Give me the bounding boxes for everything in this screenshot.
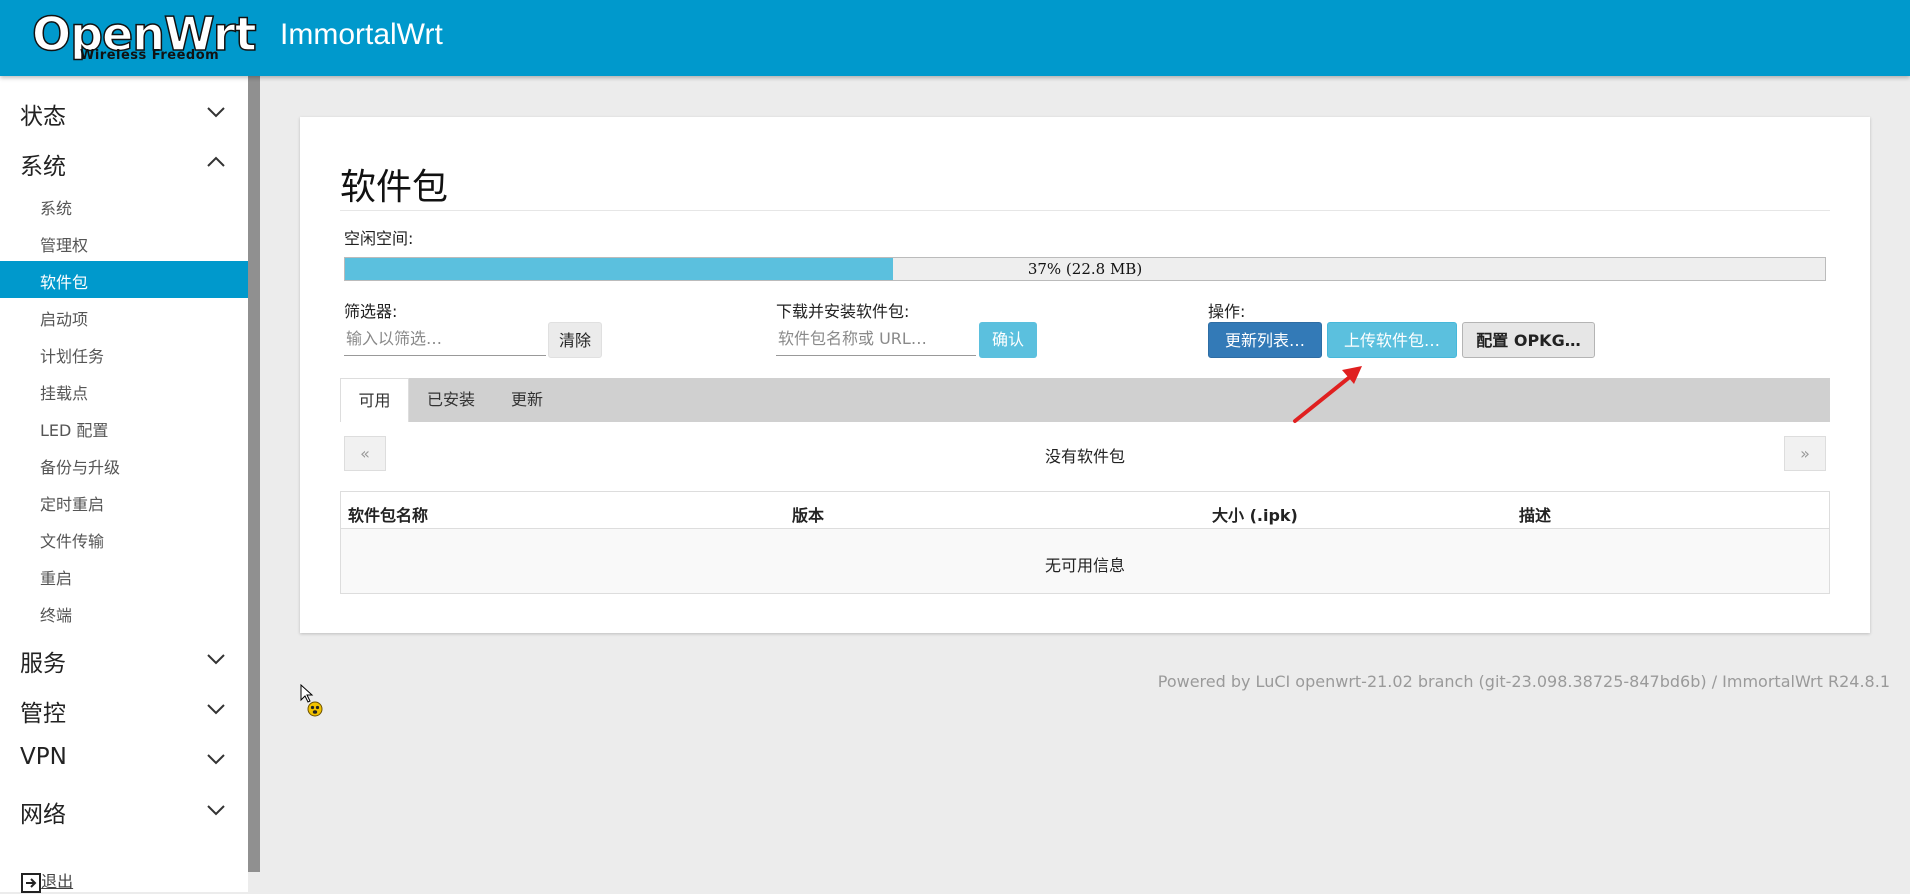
free-space-label: 空闲空间:	[344, 229, 414, 248]
sidebar-item-label: 计划任务	[40, 347, 105, 366]
pager-prev-button[interactable]: «	[344, 436, 386, 471]
logout-label: 退出	[41, 872, 74, 891]
free-space-progress: 37% (22.8 MB)	[344, 257, 1826, 281]
column-header-size[interactable]: 大小 (.ipk)	[1212, 502, 1298, 526]
menu-services-label: 服务	[20, 651, 66, 677]
footer-text[interactable]: Powered by LuCI openwrt-21.02 branch (gi…	[1158, 672, 1890, 691]
sidebar-item-label: 文件传输	[40, 532, 105, 551]
package-url-input[interactable]	[776, 322, 976, 356]
filter-label: 筛选器:	[344, 302, 398, 321]
sidebar-item-label: 定时重启	[40, 495, 105, 514]
chevron-down-icon	[207, 107, 225, 118]
sidebar-item-system[interactable]: 系统	[0, 187, 248, 224]
hostname-link[interactable]: ImmortalWrt	[280, 18, 443, 52]
chevron-up-icon	[207, 156, 225, 167]
upload-package-button[interactable]: 上传软件包…	[1327, 322, 1457, 358]
menu-network-label: 网络	[20, 802, 66, 828]
sidebar-item-mounts[interactable]: 挂载点	[0, 372, 248, 409]
table-empty-message: 无可用信息	[1045, 556, 1126, 575]
sidebar-item-led[interactable]: LED 配置	[0, 409, 248, 446]
sidebar-item-scheduled-reboot[interactable]: 定时重启	[0, 483, 248, 520]
tab-bar	[340, 378, 1830, 422]
chevron-down-icon	[207, 754, 225, 765]
tab-available[interactable]: 可用	[340, 378, 409, 422]
openwrt-logo[interactable]: OpenWrt Wireless Freedom	[31, 6, 257, 66]
menu-vpn[interactable]: VPN	[0, 734, 248, 782]
title-divider	[340, 210, 1830, 211]
sidebar-item-label: LED 配置	[40, 421, 109, 440]
menu-system-label: 系统	[20, 154, 66, 180]
annotation-arrow-icon	[1293, 366, 1362, 423]
sidebar-item-label: 启动项	[40, 310, 89, 329]
menu-control-label: 管控	[20, 701, 66, 727]
download-label: 下载并安装软件包:	[776, 302, 910, 321]
sidebar-item-file-transfer[interactable]: 文件传输	[0, 520, 248, 557]
sidebar-item-reboot[interactable]: 重启	[0, 557, 248, 594]
column-header-description[interactable]: 描述	[1519, 502, 1551, 526]
pager-status: 没有软件包	[1045, 447, 1126, 466]
sidebar-scrollbar[interactable]	[248, 76, 260, 872]
page-title: 软件包	[340, 167, 449, 208]
column-header-name[interactable]: 软件包名称	[348, 502, 428, 526]
menu-status-label: 状态	[20, 104, 66, 130]
configure-opkg-button[interactable]: 配置 OPKG…	[1462, 322, 1595, 358]
update-list-button[interactable]: 更新列表…	[1208, 322, 1322, 358]
sidebar: 状态 系统 系统 管理权 软件包 启动项 计划任务 挂载点 LED 配置 备份与…	[0, 76, 248, 892]
menu-network[interactable]: 网络	[0, 785, 248, 833]
sidebar-item-software[interactable]: 软件包	[0, 261, 248, 298]
confirm-button[interactable]: 确认	[979, 322, 1037, 358]
logo-tagline: Wireless Freedom	[80, 48, 220, 63]
progress-text: 37% (22.8 MB)	[1027, 260, 1143, 278]
chevron-down-icon	[207, 654, 225, 665]
menu-vpn-label: VPN	[20, 744, 67, 770]
sidebar-item-label: 管理权	[40, 236, 89, 255]
pager-next-button[interactable]: »	[1784, 436, 1826, 471]
chevron-down-icon	[207, 704, 225, 715]
column-header-version[interactable]: 版本	[792, 502, 824, 526]
chevron-down-icon	[207, 805, 225, 816]
logout-icon	[21, 872, 41, 893]
menu-status[interactable]: 状态	[0, 87, 248, 135]
sidebar-item-label: 挂载点	[40, 384, 89, 403]
sidebar-item-terminal[interactable]: 终端	[0, 594, 248, 631]
sidebar-item-label: 系统	[40, 199, 73, 218]
mouse-cursor-icon	[300, 684, 323, 717]
menu-control[interactable]: 管控	[0, 684, 248, 732]
sidebar-item-startup[interactable]: 启动项	[0, 298, 248, 335]
clear-button[interactable]: 清除	[548, 322, 602, 358]
sidebar-item-crontab[interactable]: 计划任务	[0, 335, 248, 372]
actions-label: 操作:	[1208, 302, 1246, 321]
sidebar-item-admin[interactable]: 管理权	[0, 224, 248, 261]
filter-input[interactable]	[344, 322, 546, 356]
sidebar-item-label: 软件包	[40, 273, 89, 292]
tab-installed[interactable]: 已安装	[415, 378, 487, 422]
sidebar-item-backup[interactable]: 备份与升级	[0, 446, 248, 483]
logout-link[interactable]: 退出	[20, 868, 73, 894]
sidebar-item-label: 重启	[40, 569, 73, 588]
sidebar-item-label: 终端	[40, 606, 73, 625]
menu-services[interactable]: 服务	[0, 634, 248, 682]
sidebar-item-label: 备份与升级	[40, 458, 121, 477]
menu-system[interactable]: 系统	[0, 137, 248, 185]
tab-updates[interactable]: 更新	[495, 378, 559, 422]
top-header: OpenWrt Wireless Freedom ImmortalWrt	[0, 0, 1910, 76]
